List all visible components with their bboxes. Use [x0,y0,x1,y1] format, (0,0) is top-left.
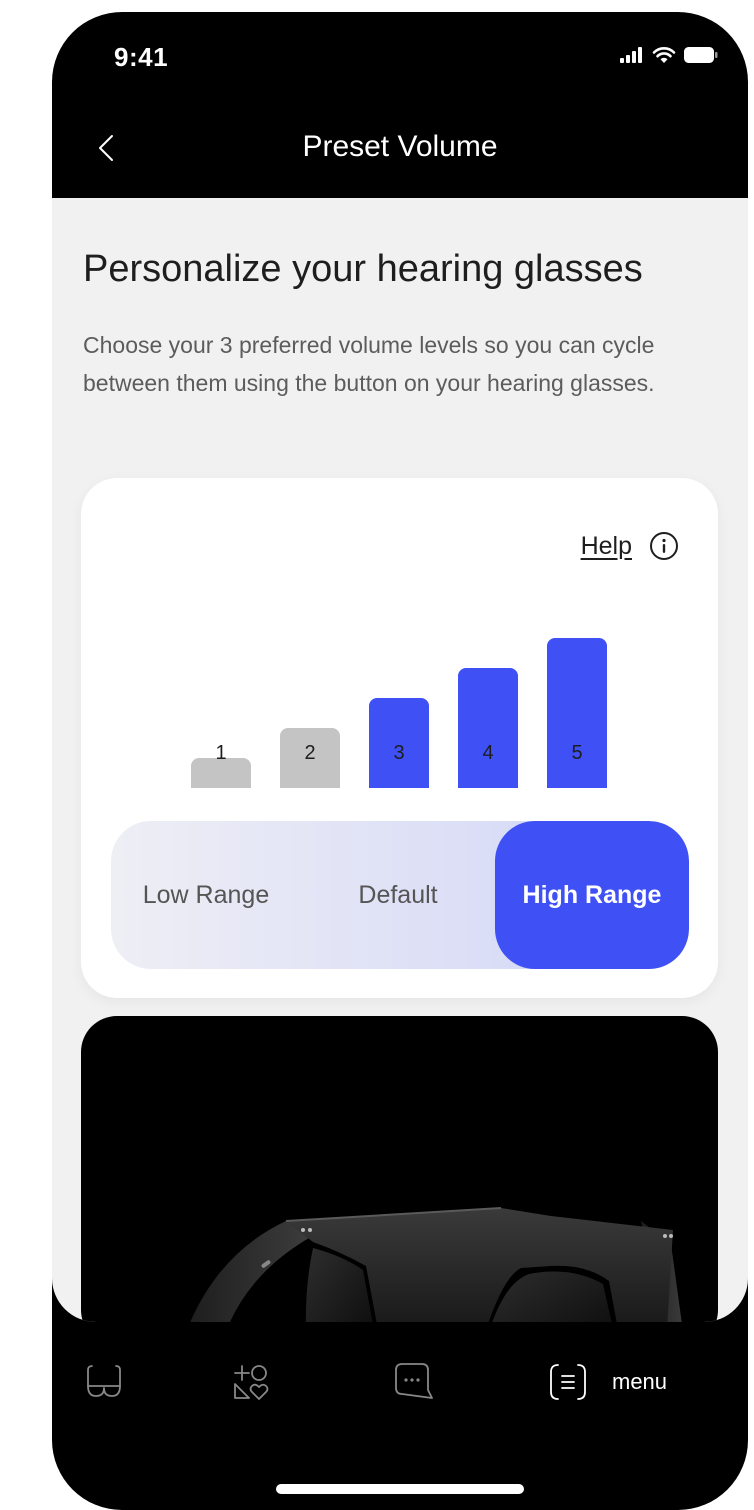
page-title: Preset Volume [302,130,498,163]
menu-icon [550,1364,586,1400]
section-description: Choose your 3 preferred volume levels so… [83,332,655,396]
apps-icon [234,1365,269,1400]
tab-discover[interactable] [232,1342,270,1422]
help-link-row[interactable]: Help [581,530,680,562]
volume-level-label: 2 [304,742,316,764]
volume-level-label: 5 [571,742,583,764]
battery-icon [684,47,718,63]
info-icon[interactable] [648,530,680,562]
status-bar: 9:41 [52,12,748,112]
hearing-glasses-image [190,1207,682,1322]
help-link[interactable]: Help [581,532,632,561]
volume-level-label: 3 [393,742,405,764]
glasses-image-card [81,1016,718,1322]
chat-icon [395,1363,433,1399]
phone-frame: 9:41 Preset Volume Personalize your hear… [52,12,748,1510]
tab-chat[interactable] [394,1342,434,1422]
status-time: 9:41 [114,42,169,72]
tab-menu[interactable]: menu [548,1342,667,1422]
cellular-signal-icon [620,47,642,63]
tab-glasses[interactable] [86,1342,122,1422]
section-heading: Personalize your hearing glasses [83,248,643,290]
volume-card: Help 1 2 3 4 5 Low Range Default High Ra… [81,478,718,998]
main-content: Personalize your hearing glasses Choose … [52,198,748,1322]
high-range-option[interactable]: High Range [495,821,689,969]
home-indicator[interactable] [276,1484,524,1494]
tab-menu-label[interactable]: menu [612,1369,667,1395]
volume-bar-4[interactable] [458,668,518,788]
glasses-icon [87,1365,121,1397]
range-selector: Low Range Default High Range [111,821,689,969]
status-icons [620,46,718,64]
default-range-option[interactable]: Default [301,821,495,969]
navigation-bar: Preset Volume [52,112,748,198]
bottom-tab-bar: menu [52,1342,748,1442]
volume-level-label: 1 [215,742,227,764]
volume-level-label: 4 [482,742,494,764]
wifi-icon [652,47,676,63]
volume-bar-5[interactable] [547,638,607,788]
low-range-option[interactable]: Low Range [111,821,301,969]
